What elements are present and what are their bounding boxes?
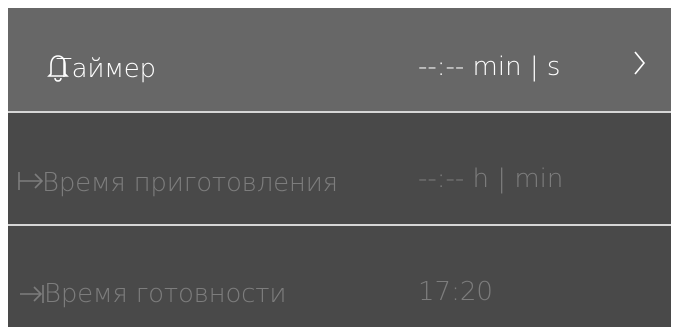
ready-time-label: Время готовности bbox=[44, 279, 287, 309]
cooking-time-value: --:-- h | min bbox=[418, 164, 564, 194]
chevron-right-icon[interactable] bbox=[632, 48, 648, 78]
ready-time-row[interactable]: Время готовности 17:20 bbox=[8, 226, 671, 327]
ready-time-value: 17:20 bbox=[418, 277, 493, 307]
timer-label: Таймер bbox=[56, 54, 156, 84]
cooking-time-label: Время приготовления bbox=[42, 168, 338, 198]
cooking-time-row[interactable]: Время приготовления --:-- h | min bbox=[8, 113, 671, 224]
timer-row[interactable]: Таймер --:-- min | s bbox=[8, 8, 671, 111]
timer-value: --:-- min | s bbox=[418, 52, 561, 82]
settings-panel: Таймер --:-- min | s Время приготовления… bbox=[8, 8, 671, 327]
